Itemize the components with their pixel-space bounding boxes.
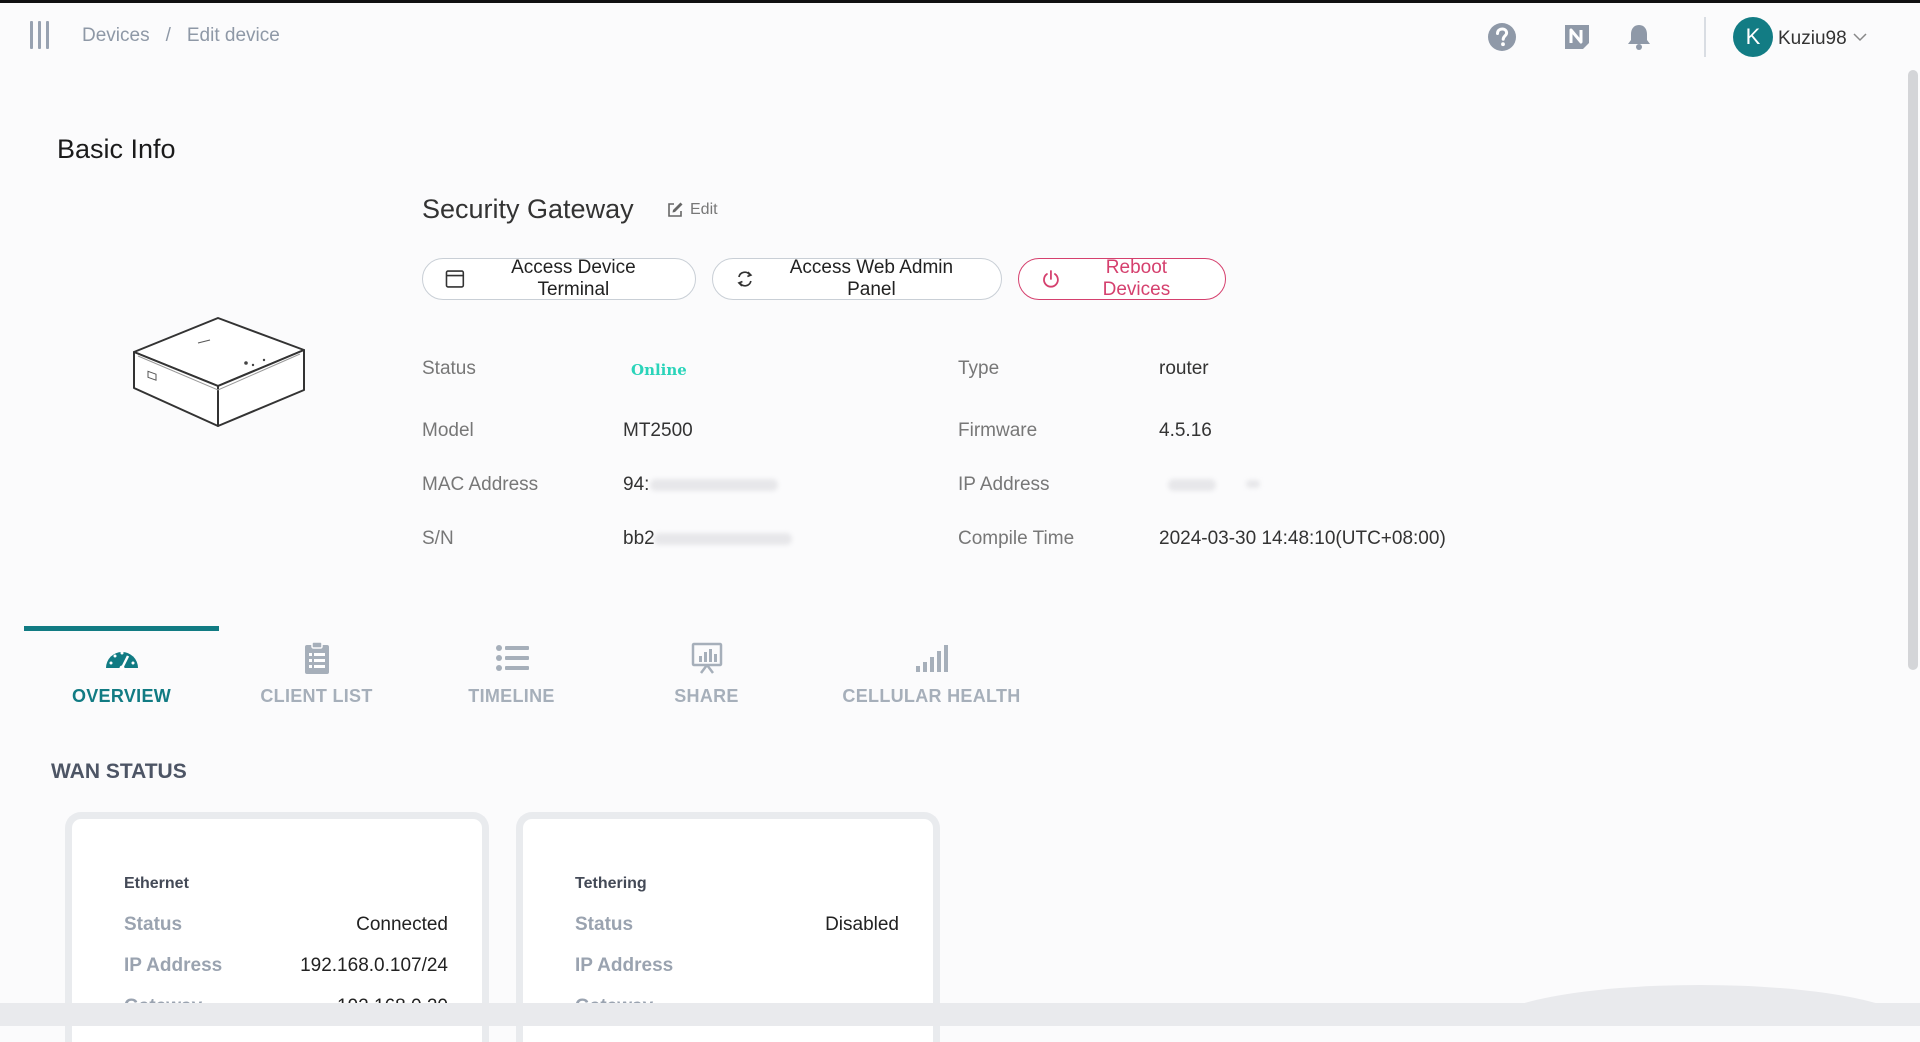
firmware-value: 4.5.16 [1159,420,1212,441]
card-row-ip: IP Address [575,955,899,977]
sn-value: bb2 [623,528,655,549]
redacted-mac [650,479,778,491]
tab-overview[interactable]: OVERVIEW [24,642,219,707]
row-label: IP Address [575,955,674,976]
bottom-background-band [0,1003,1920,1026]
n-icon[interactable] [1561,21,1593,53]
menu-icon[interactable] [30,21,52,49]
breadcrumb: Devices / Edit device [82,25,280,47]
type-value: router [1159,358,1209,379]
model-value: MT2500 [623,420,693,441]
terminal-window-icon [445,270,465,288]
header-divider [1704,17,1706,57]
tab-timeline-label: TIMELINE [468,686,555,706]
status-label: Status [422,358,476,379]
terminal-button-label: Access Device Terminal [511,257,636,300]
username[interactable]: Kuziu98 [1778,28,1847,50]
breadcrumb-separator: / [165,25,171,46]
compile-time-label: Compile Time [958,528,1075,549]
card-row-status: Status Disabled [575,914,899,936]
breadcrumb-edit-device: Edit device [186,25,280,46]
card-row-status: Status Connected [124,914,448,936]
card-title: Ethernet [124,875,189,892]
access-device-terminal-button[interactable]: Access Device Terminal [422,257,696,300]
bell-icon[interactable] [1623,21,1655,53]
active-tab-indicator [24,626,219,631]
row-value: Disabled [825,914,899,935]
device-name: Security Gateway [422,194,634,224]
breadcrumb-devices[interactable]: Devices [82,25,150,47]
card-row-ip: IP Address 192.168.0.107/24 [124,955,448,977]
power-icon [1043,270,1059,288]
page-title: Basic Info [57,134,176,164]
top-header: Devices / Edit device K Kuziu98 [0,3,1900,69]
refresh-icon [737,271,753,287]
edit-icon [668,202,683,217]
ip-address-label: IP Address [958,474,1050,495]
wan-status-heading: WAN STATUS [51,760,187,783]
tab-cellular-health[interactable]: CELLULAR HEALTH [804,642,1059,707]
model-label: Model [422,420,474,441]
device-illustration [133,317,305,427]
clipboard-icon [304,642,329,674]
redacted-sn [654,533,792,545]
mac-address-value: 94: [623,474,650,495]
tab-timeline[interactable]: TIMELINE [414,642,609,707]
signal-bars-icon [915,645,948,672]
tab-share[interactable]: SHARE [609,642,804,707]
row-label: Status [575,914,634,935]
tab-client-list-label: CLIENT LIST [260,686,373,706]
edit-name-button[interactable]: Edit [666,201,718,219]
edit-label: Edit [690,201,718,218]
reboot-devices-button[interactable]: Reboot Devices [1018,257,1226,300]
presentation-icon [691,642,722,674]
row-value: Connected [356,914,448,935]
admin-button-label: Access Web Admin Panel [789,257,954,300]
help-icon[interactable] [1486,21,1518,53]
list-icon [495,645,529,671]
chevron-down-icon[interactable] [1853,32,1867,42]
redacted-ip-suffix [1246,480,1260,488]
tab-client-list[interactable]: CLIENT LIST [219,642,414,707]
avatar[interactable]: K [1733,17,1773,57]
scrollbar-thumb[interactable] [1908,70,1918,670]
tab-overview-label: OVERVIEW [71,686,172,706]
access-web-admin-panel-button[interactable]: Access Web Admin Panel [712,257,1002,300]
firmware-label: Firmware [958,420,1038,441]
gauge-icon [105,651,138,671]
tab-share-label: SHARE [674,686,739,706]
row-label: IP Address [124,955,223,976]
reboot-button-label: Reboot Devices [1102,257,1171,300]
row-value: 192.168.0.107/24 [300,955,448,976]
tab-cellular-health-label: CELLULAR HEALTH [842,686,1021,706]
status-value: Online [631,361,687,379]
mac-address-label: MAC Address [422,474,539,495]
type-label: Type [958,358,1000,379]
compile-time-value: 2024-03-30 14:48:10(UTC+08:00) [1159,528,1446,549]
sn-label: S/N [422,528,454,549]
card-title: Tethering [575,875,647,892]
redacted-ip [1168,479,1216,491]
row-label: Status [124,914,183,935]
